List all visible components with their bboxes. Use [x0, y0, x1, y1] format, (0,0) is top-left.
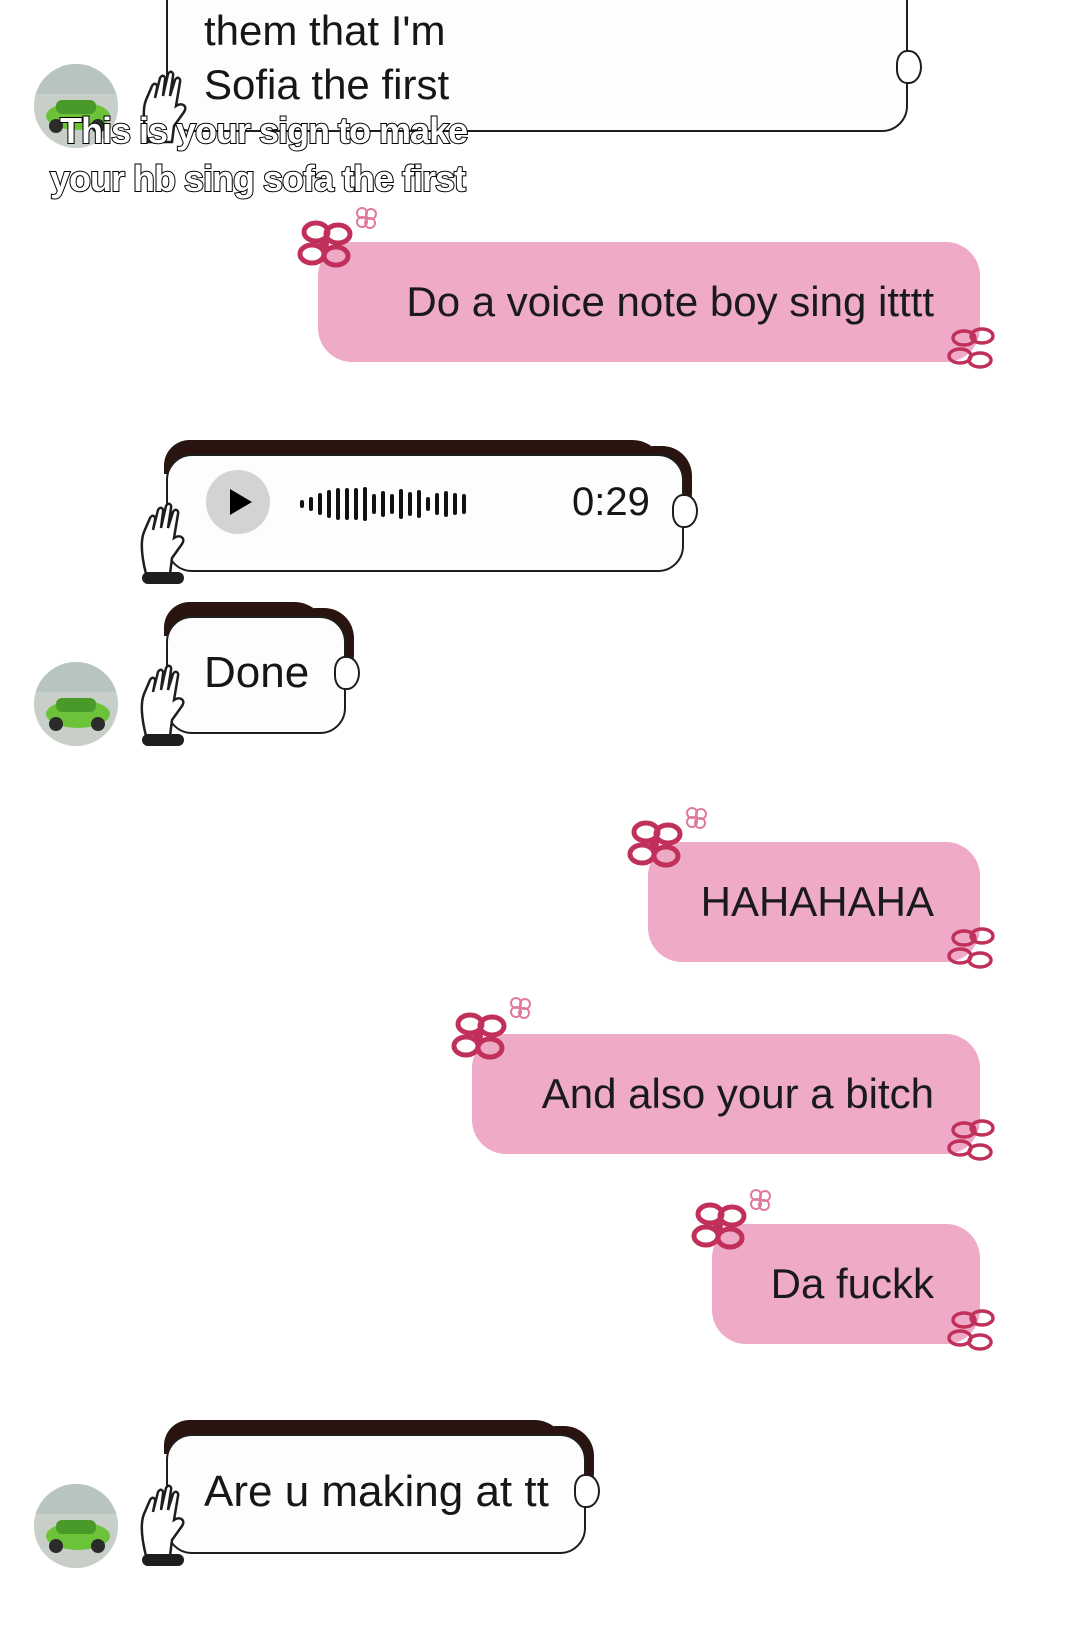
avatar-car-icon — [34, 1484, 118, 1568]
avatar-car-icon — [34, 662, 118, 746]
message-text: HAHAHAHA — [700, 878, 934, 925]
bubble-ear-decoration — [672, 494, 698, 528]
hand-cuff-decoration — [142, 734, 184, 746]
bubble-ear-decoration — [574, 1474, 600, 1508]
message-bubble-incoming[interactable]: Done — [140, 602, 360, 746]
flower-icon — [947, 1119, 995, 1161]
video-caption-line-2: your hb sing sofa the first — [49, 157, 467, 200]
bubble-ear-decoration — [896, 50, 922, 84]
flower-icon — [627, 820, 683, 868]
flower-icon — [356, 207, 377, 229]
bubble-ear-decoration — [334, 656, 360, 690]
hand-cuff-decoration — [142, 572, 184, 584]
flower-icon — [510, 997, 531, 1019]
flower-icon — [750, 1189, 771, 1211]
message-text: Da fuckk — [770, 1260, 934, 1307]
hand-cuff-decoration — [142, 1554, 184, 1566]
message-text: Are u making at tt — [204, 1467, 549, 1516]
flower-icon — [297, 220, 353, 268]
voice-note-bubble[interactable]: 0:29 — [140, 440, 698, 584]
message-text: Do a voice note boy sing itttt — [406, 278, 934, 325]
flower-icon — [691, 1202, 747, 1250]
play-icon[interactable] — [206, 470, 270, 534]
hand-icon — [140, 1484, 185, 1558]
video-caption-line-1: This is your sign to make — [59, 109, 469, 152]
message-bubble-incoming[interactable]: Are u making at tt — [140, 1420, 600, 1566]
hand-icon — [140, 502, 185, 576]
message-text: Done — [204, 648, 310, 697]
flower-icon — [947, 1309, 995, 1351]
voice-duration: 0:29 — [572, 480, 650, 524]
message-bubble-outgoing[interactable]: And also your a bitch — [472, 1034, 980, 1154]
message-bubble-outgoing[interactable]: HAHAHAHA — [648, 842, 980, 962]
flower-icon — [451, 1012, 507, 1060]
hand-icon — [140, 664, 185, 738]
flower-icon — [686, 807, 707, 829]
message-bubble-outgoing[interactable]: Do a voice note boy sing itttt — [318, 242, 980, 362]
message-text: And also your a bitch — [541, 1070, 934, 1117]
avatar[interactable] — [34, 1484, 118, 1568]
flower-icon — [947, 927, 995, 969]
flower-icon — [947, 327, 995, 369]
message-text: them that I'm Sofia the first — [204, 7, 450, 108]
avatar[interactable] — [34, 662, 118, 746]
voice-waveform — [300, 484, 466, 524]
